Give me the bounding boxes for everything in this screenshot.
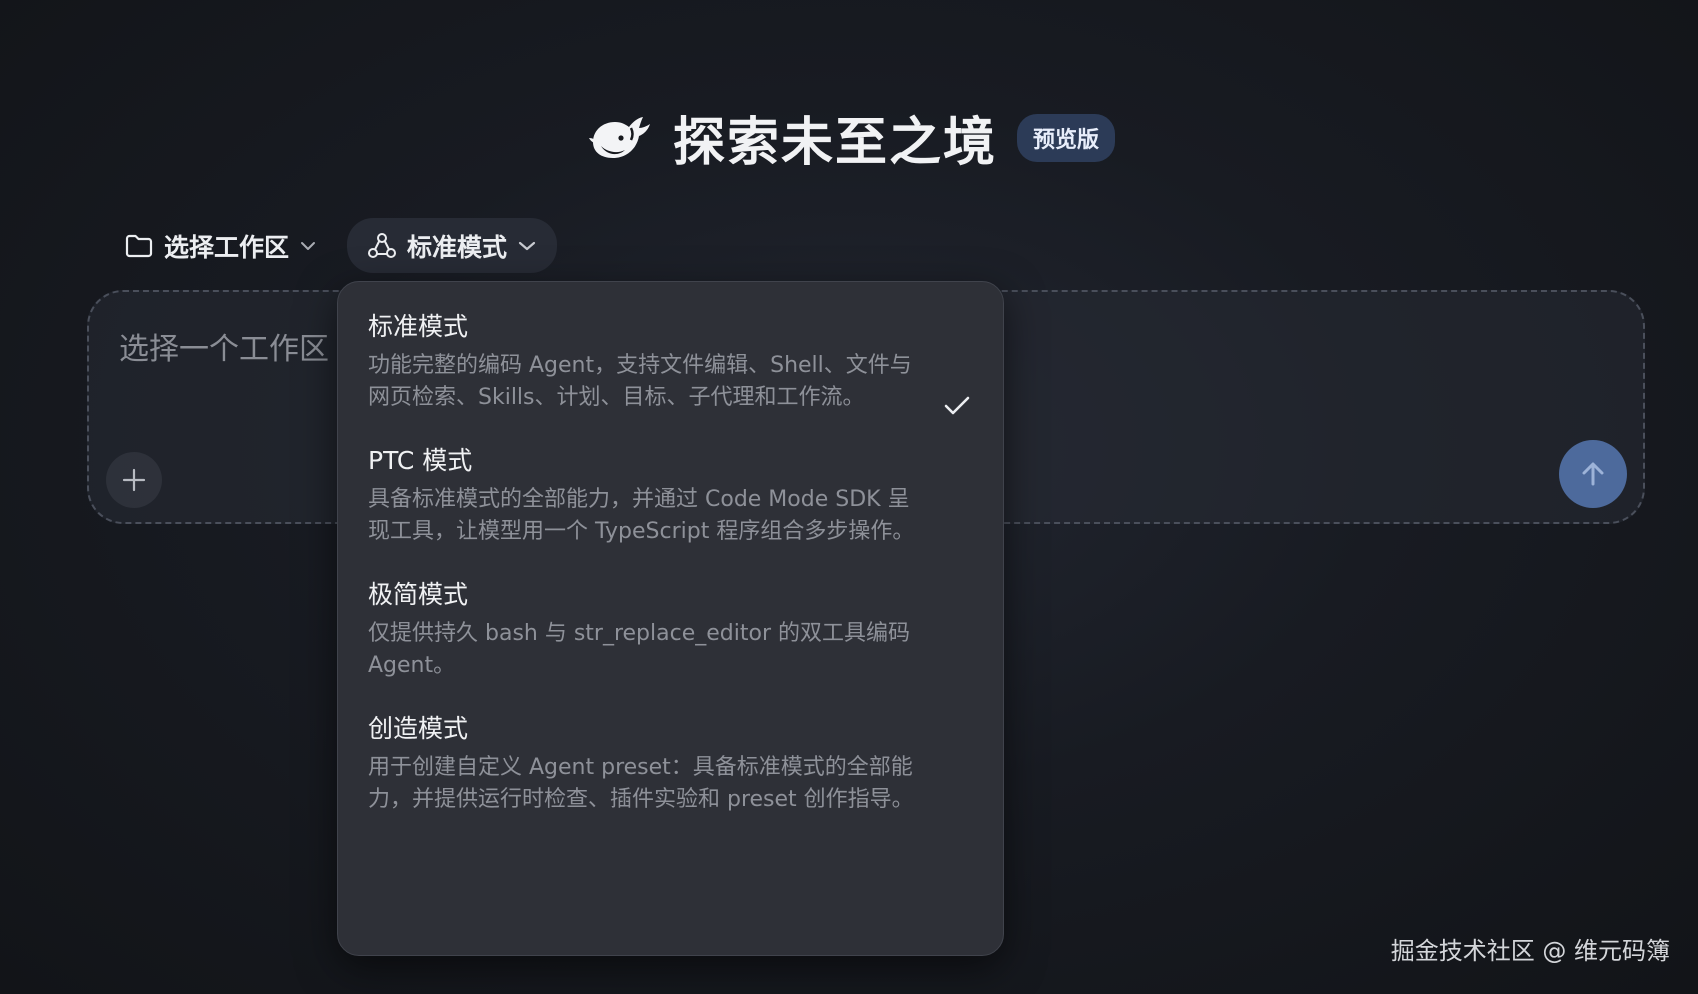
add-attachment-button[interactable] xyxy=(106,452,162,508)
chevron-down-icon xyxy=(518,241,536,250)
mode-nodes-icon xyxy=(368,232,397,258)
mode-option-standard[interactable]: 标准模式 功能完整的编码 Agent，支持文件编辑、Shell、文件与网页检索、… xyxy=(368,310,973,415)
mode-option-title: 极简模式 xyxy=(368,580,469,609)
workspace-selector-button[interactable]: 选择工作区 xyxy=(108,218,333,273)
mode-option-description: 功能完整的编码 Agent，支持文件编辑、Shell、文件与网页检索、Skill… xyxy=(368,353,912,410)
mode-option-minimal[interactable]: 极简模式 仅提供持久 bash 与 str_replace_editor 的双工… xyxy=(368,578,973,682)
mode-option-description: 用于创建自定义 Agent preset：具备标准模式的全部能力，并提供运行时检… xyxy=(368,755,914,812)
mode-dropdown-menu: 标准模式 功能完整的编码 Agent，支持文件编辑、Shell、文件与网页检索、… xyxy=(337,281,1004,956)
mode-option-description: 仅提供持久 bash 与 str_replace_editor 的双工具编码 A… xyxy=(368,621,910,678)
mode-option-ptc[interactable]: PTC 模式 具备标准模式的全部能力，并通过 Code Mode SDK 呈现工… xyxy=(368,444,973,548)
page-title: 探索未至之境 xyxy=(672,113,997,173)
mode-option-title: PTC 模式 xyxy=(368,446,473,475)
check-icon xyxy=(944,396,970,415)
mode-option-create[interactable]: 创造模式 用于创建自定义 Agent preset：具备标准模式的全部能力，并提… xyxy=(368,712,973,816)
mode-option-title: 标准模式 xyxy=(368,312,469,341)
send-button[interactable] xyxy=(1559,440,1627,508)
mode-option-title: 创造模式 xyxy=(368,714,469,743)
folder-icon xyxy=(125,234,153,257)
app-page: 探索未至之境 预览版 选择工作区 标准模式 选择一个工作区 标准模式 功能完整的… xyxy=(0,0,1698,994)
mode-selector-label: 标准模式 xyxy=(407,232,508,262)
preview-badge: 预览版 xyxy=(1017,113,1116,162)
mode-selector-button[interactable]: 标准模式 xyxy=(347,218,558,273)
watermark-text: 掘金技术社区 @ 维元码簿 xyxy=(1390,937,1670,965)
whale-logo-icon xyxy=(588,116,650,158)
plus-icon xyxy=(122,468,146,492)
workspace-selector-label: 选择工作区 xyxy=(164,232,290,262)
arrow-up-icon xyxy=(1582,462,1604,486)
brand-header: 探索未至之境 预览版 xyxy=(0,100,1698,175)
mode-option-description: 具备标准模式的全部能力，并通过 Code Mode SDK 呈现工具，让模型用一… xyxy=(368,487,915,544)
chevron-down-icon xyxy=(301,241,316,250)
composer-toolbar: 选择工作区 标准模式 xyxy=(108,218,558,273)
